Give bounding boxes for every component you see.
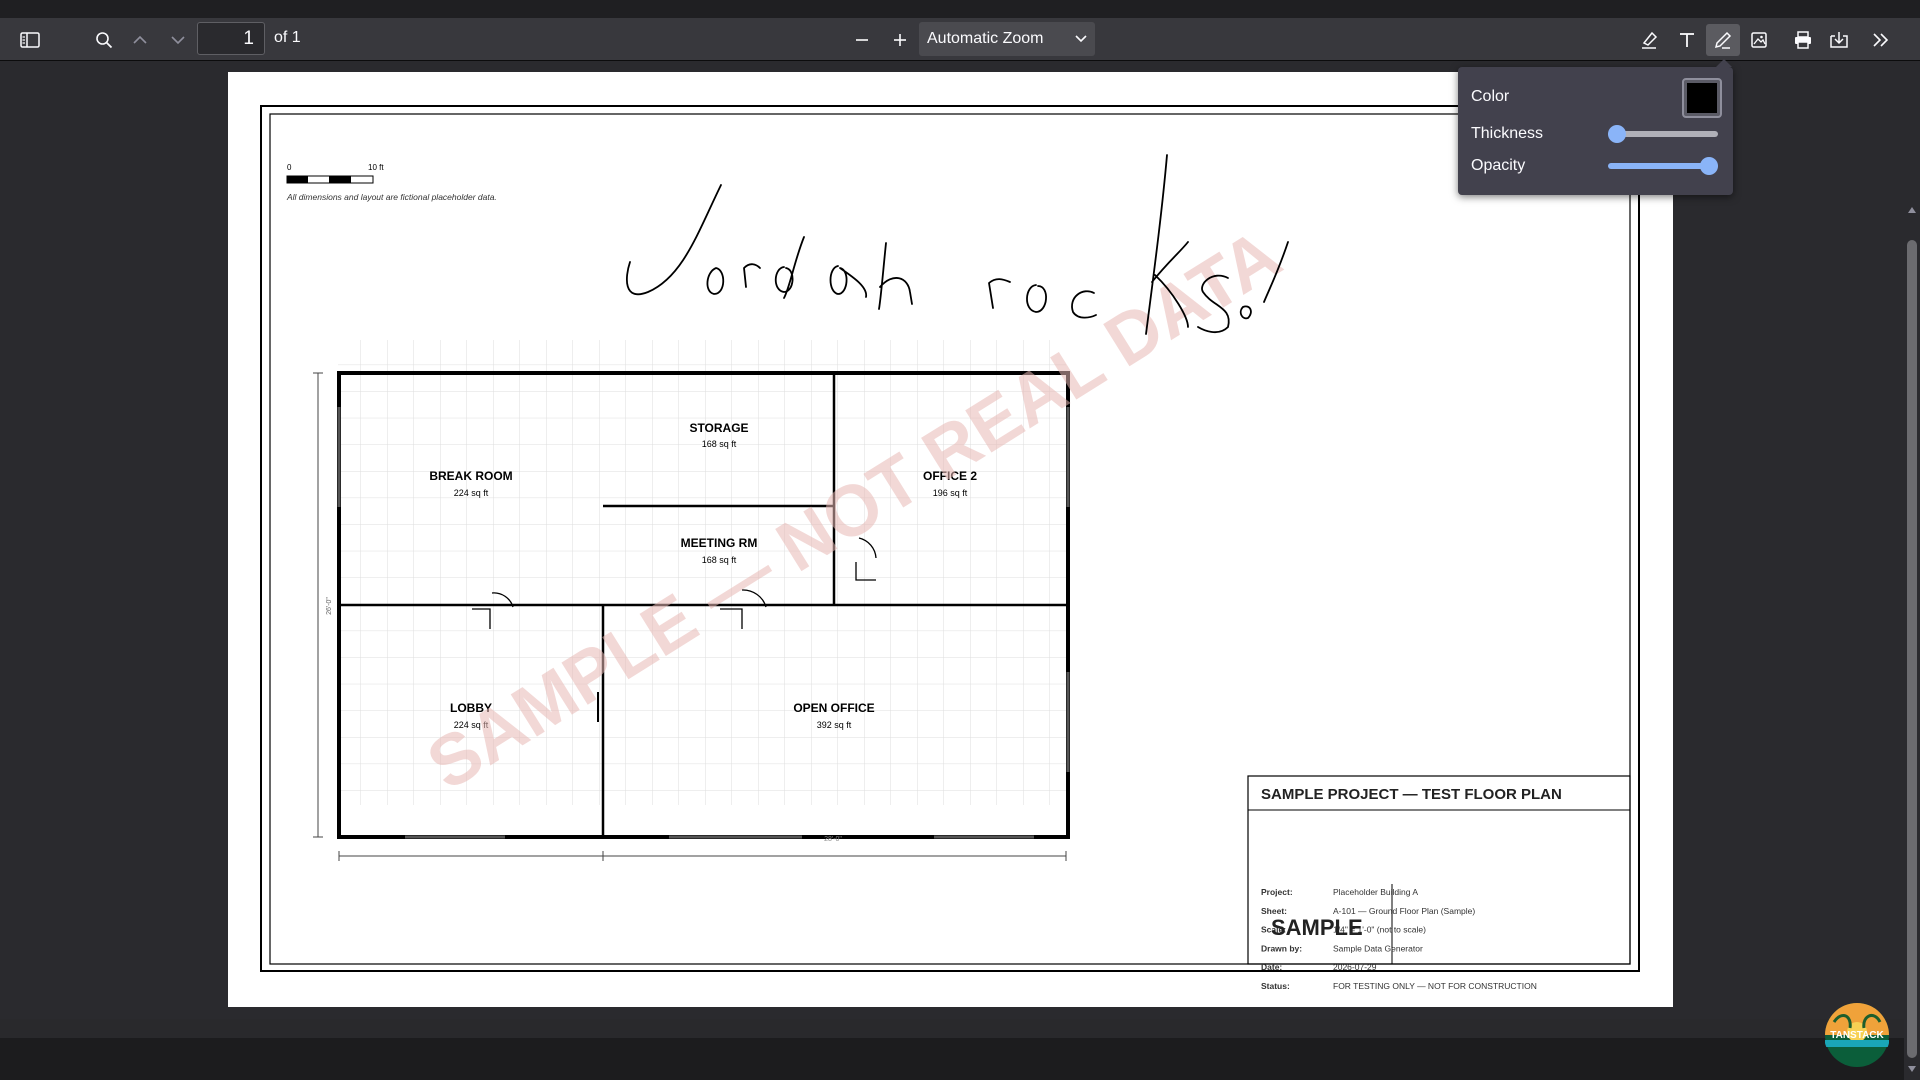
logo-text: TANSTACK [1830,1030,1884,1041]
zoom-out-button[interactable] [846,24,878,56]
zoom-in-button[interactable] [884,24,916,56]
previous-page-button[interactable] [124,24,156,56]
image-tool-button[interactable] [1742,24,1776,56]
printer-icon [1795,31,1811,49]
room-area-storage: 168 sq ft [702,439,737,449]
sidebar-icon [20,32,40,48]
sidebar-toggle-button[interactable] [14,24,46,56]
scale-bar: 0 10 ft [286,163,384,184]
title-block-title: SAMPLE PROJECT — TEST FLOOR PLAN [1261,786,1562,803]
pencil-icon [1714,31,1732,49]
scroll-down-arrow-icon[interactable] [1907,1065,1917,1073]
zoom-select-value: Automatic Zoom [927,30,1044,47]
dimension-vertical-label: 26'-0" [326,597,333,615]
room-name-open-office: OPEN OFFICE [793,701,874,715]
minus-icon [856,39,868,41]
highlight-tool-button[interactable] [1632,24,1666,56]
pdf-page[interactable]: 0 10 ft All dimensions and layout are fi… [228,72,1673,1007]
color-swatch-fill [1687,83,1717,113]
title-block-row-value: 2026-07-29 [1333,962,1377,972]
page-number-input[interactable] [197,22,265,55]
title-block-row-label: Status: [1261,981,1290,991]
color-label: Color [1471,88,1510,105]
disclaimer-note: All dimensions and layout are fictional … [286,192,497,202]
text-icon [1680,33,1694,47]
title-block-row-label: Project: [1261,887,1293,897]
title-block-row-value: Sample Data Generator [1333,943,1423,953]
floor-plan-drawing: 0 10 ft All dimensions and layout are fi… [260,105,1640,991]
title-block: SAMPLE PROJECT — TEST FLOOR PLAN Project… [1247,775,1631,991]
scale-bar-end-label: 10 ft [368,163,384,172]
title-block-row-value: FOR TESTING ONLY — NOT FOR CONSTRUCTION [1333,981,1537,991]
scroll-up-arrow-icon[interactable] [1907,206,1917,214]
thickness-label: Thickness [1471,125,1544,142]
thickness-slider-thumb[interactable] [1608,125,1626,143]
zoom-select[interactable]: Automatic Zoom [919,22,1095,56]
text-tool-button[interactable] [1670,24,1704,56]
title-block-row-label: Date: [1261,962,1282,972]
tools-menu-button[interactable] [1864,24,1898,56]
double-chevron-right-icon [1873,33,1889,47]
window-top-strip [0,0,1920,18]
chevron-down-icon [171,36,185,45]
chevron-down-icon [1075,35,1087,43]
bottom-bar [0,1019,1904,1080]
tanstack-logo-icon: TANSTACK [1825,1003,1889,1067]
tanstack-logo[interactable]: TANSTACK [1824,1002,1890,1068]
title-block-row-value: Placeholder Building A [1333,887,1418,897]
room-name-storage: STORAGE [689,421,748,435]
next-page-button[interactable] [162,24,194,56]
draw-tool-popover: Color Thickness Opacity [1458,59,1733,195]
opacity-slider[interactable] [1608,157,1718,175]
room-area-open-office: 392 sq ft [817,720,852,730]
room-name-break-room: BREAK ROOM [429,469,512,483]
highlighter-icon [1642,31,1658,49]
title-block-stamp: SAMPLE [1271,915,1363,940]
find-button[interactable] [88,24,120,56]
image-icon [1751,32,1767,48]
page-count-label: of 1 [274,29,301,46]
save-button[interactable] [1822,24,1856,56]
scale-bar-start-label: 0 [287,163,292,172]
opacity-slider-thumb[interactable] [1700,157,1718,175]
print-button[interactable] [1786,24,1820,56]
search-icon [96,32,113,49]
draw-tool-button[interactable] [1706,24,1740,56]
room-area-break-room: 224 sq ft [454,488,489,498]
dimension-bottom-label: 28'-0" [824,836,842,843]
scrollbar-thumb[interactable] [1907,240,1917,1058]
title-block-row-label: Drawn by: [1261,943,1302,953]
opacity-label: Opacity [1471,157,1526,174]
chevron-up-icon [133,35,147,44]
thickness-slider[interactable] [1608,125,1718,143]
plus-icon [894,34,906,46]
download-icon [1830,32,1848,48]
color-picker[interactable] [1682,78,1722,118]
